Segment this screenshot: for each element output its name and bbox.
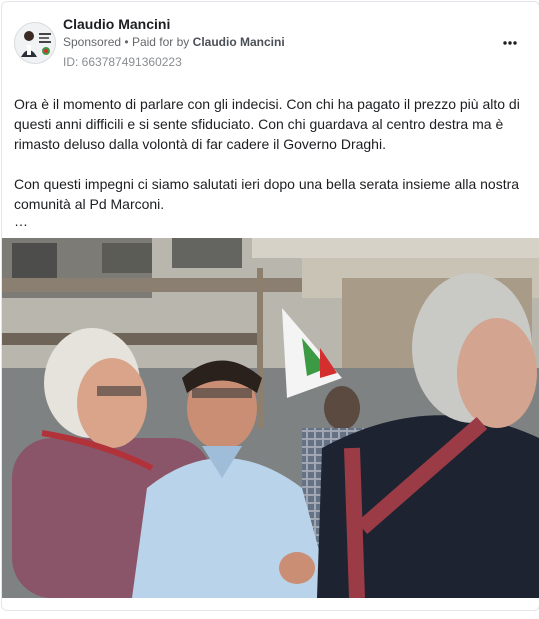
post-header: Claudio Mancini Sponsored • Paid for by …	[2, 2, 539, 72]
more-horizontal-icon	[503, 41, 517, 45]
paid-for-prefix: Paid for by	[131, 35, 190, 49]
photo-illustration	[2, 238, 539, 598]
post-paragraph-1: Ora è il momento di parlare con gli inde…	[14, 96, 520, 152]
see-more-ellipsis[interactable]: …	[14, 213, 28, 229]
meta-separator: •	[124, 35, 129, 49]
sponsored-label: Sponsored	[63, 35, 122, 49]
more-options-icon[interactable]	[503, 32, 517, 50]
post-body: Ora è il momento di parlare con gli inde…	[14, 94, 529, 214]
avatar-image	[15, 23, 55, 63]
paid-for-name: Claudio Mancini	[192, 35, 285, 49]
post-photo[interactable]	[2, 238, 539, 598]
author-avatar[interactable]	[14, 22, 56, 64]
author-name[interactable]: Claudio Mancini	[63, 16, 170, 32]
post-paragraph-2: Con questi impegni ci siamo salutati ier…	[14, 176, 520, 212]
ad-post-card: Claudio Mancini Sponsored • Paid for by …	[1, 1, 539, 611]
sponsored-meta: Sponsored • Paid for by Claudio Mancini	[63, 35, 285, 49]
ad-id: ID: 663787491360223	[63, 55, 182, 69]
